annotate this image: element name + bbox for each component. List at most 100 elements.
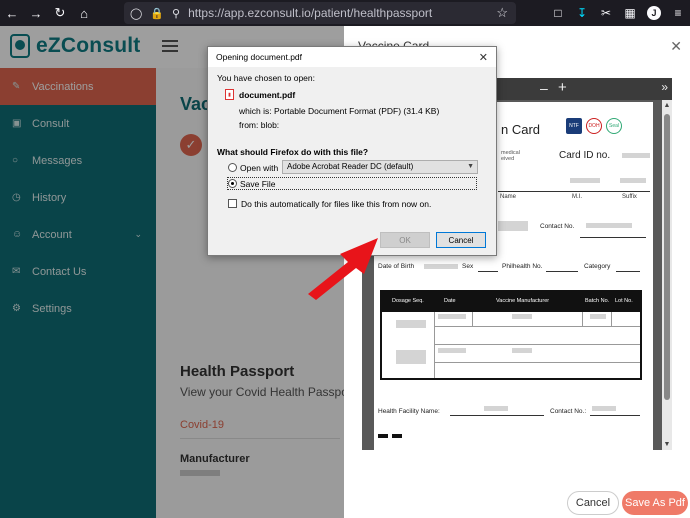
pdf-scrollbar[interactable]: ▲ ▼	[662, 100, 672, 450]
browser-toolbar: ← → ↻ ⌂ ◯ 🔒 ⚲ https://app.ezconsult.io/p…	[0, 0, 690, 26]
vaccine-table: Dosage Seq. Date Vaccine Manufacturer Ba…	[380, 290, 642, 380]
scroll-down-icon[interactable]: ▼	[662, 441, 672, 448]
contact-no-label: Contact No.	[540, 223, 575, 230]
facility-line	[450, 415, 544, 416]
redacted-cell	[590, 314, 606, 319]
dialog-titlebar: Opening document.pdf	[208, 47, 496, 67]
pdf-card-id-label: Card ID no.	[559, 150, 611, 161]
contact-line-2	[590, 415, 640, 416]
redacted-cell	[512, 314, 532, 319]
sex-label: Sex	[462, 263, 474, 270]
medical-line-2: eived	[501, 156, 515, 162]
url-text: https://app.ezconsult.io/patient/healthp…	[188, 6, 433, 20]
header-batch: Batch No.	[585, 298, 610, 304]
open-with-label[interactable]: Open with	[240, 163, 278, 173]
close-icon[interactable]: ✕	[670, 38, 682, 55]
bookmark-star-icon[interactable]: ☆	[496, 5, 508, 21]
open-with-radio[interactable]	[228, 163, 237, 172]
pdf-medical-note: medical eived	[501, 150, 520, 162]
zoom-in-icon[interactable]: +	[558, 79, 567, 96]
redacted-text	[424, 264, 458, 269]
pdf-logos: NTF DOH Seal	[566, 118, 622, 134]
seal-logo-icon: Seal	[606, 118, 622, 134]
open-file-dialog: Opening document.pdf ✕ You have chosen t…	[207, 46, 497, 256]
mi-label: M.I.	[572, 194, 582, 200]
philhealth-label: Philhealth No.	[502, 263, 543, 270]
permissions-key-icon[interactable]: ⚲	[172, 7, 180, 20]
facility-label: Health Facility Name:	[378, 408, 440, 415]
zoom-out-icon[interactable]: –	[540, 80, 548, 96]
table-divider	[582, 312, 583, 326]
save-as-pdf-button[interactable]: Save As Pdf	[622, 491, 688, 515]
suffix-label: Suffix	[622, 194, 637, 200]
redacted-text	[570, 178, 600, 183]
address-bar[interactable]: ◯ 🔒 ⚲ https://app.ezconsult.io/patient/h…	[124, 2, 516, 24]
cancel-button[interactable]: Cancel	[567, 491, 619, 515]
redacted-text	[586, 223, 632, 228]
question-text: What should Firefox do with this file?	[217, 147, 369, 157]
dialog-title: Opening document.pdf	[216, 52, 303, 62]
download-icon[interactable]: ↧	[570, 0, 594, 26]
table-divider	[472, 312, 473, 326]
account-icon[interactable]: J	[642, 0, 666, 26]
pocket-icon[interactable]: □	[546, 0, 570, 26]
save-file-label[interactable]: Save File	[240, 179, 275, 189]
redacted-cell	[396, 320, 426, 328]
file-type-text: which is: Portable Document Format (PDF)…	[239, 106, 440, 116]
redacted-cell	[512, 348, 532, 353]
pdf-card-title: n Card	[501, 122, 541, 137]
application-select[interactable]: Adobe Acrobat Reader DC (default) ▼	[282, 160, 478, 174]
name-line	[498, 191, 650, 192]
home-icon[interactable]: ⌂	[72, 0, 96, 26]
close-icon[interactable]: ✕	[479, 51, 488, 64]
screenshot-icon[interactable]: ✂	[594, 0, 618, 26]
back-icon[interactable]: ←	[0, 0, 24, 26]
reload-icon[interactable]: ↻	[48, 0, 72, 26]
table-divider	[434, 312, 435, 378]
header-manufacturer: Vaccine Manufacturer	[496, 298, 550, 304]
lock-icon[interactable]: 🔒	[150, 7, 164, 20]
dialog-cancel-button[interactable]: Cancel	[436, 232, 486, 248]
red-arrow-annotation	[308, 238, 378, 300]
redacted-text	[620, 178, 646, 183]
header-lot: Lot No.	[615, 298, 633, 304]
save-file-radio[interactable]	[228, 179, 237, 188]
file-source-text: from: blob:	[239, 120, 280, 130]
scroll-thumb[interactable]	[664, 114, 670, 400]
pdf-file-icon: ▮	[225, 89, 234, 100]
filename-text: document.pdf	[239, 90, 296, 100]
barcode-mark	[392, 434, 402, 438]
redacted-text	[484, 406, 508, 411]
account-avatar: J	[647, 6, 661, 20]
arrow-shape	[308, 238, 378, 300]
application-select-value: Adobe Acrobat Reader DC (default)	[287, 162, 414, 171]
redacted-text	[498, 221, 528, 231]
doh-logo-icon: DOH	[586, 118, 602, 134]
table-row-line	[434, 344, 640, 345]
chevron-down-icon: ▼	[467, 163, 474, 170]
card-id-redacted	[622, 153, 650, 158]
barcode-mark	[378, 434, 388, 438]
redacted-cell	[438, 314, 466, 319]
extensions-icon[interactable]: ▦	[618, 0, 642, 26]
category-label: Category	[584, 263, 611, 270]
table-divider	[611, 312, 612, 326]
category-line	[616, 271, 640, 272]
header-dosage: Dosage Seq.	[392, 298, 424, 304]
contact-no-label-2: Contact No.:	[550, 408, 587, 415]
scroll-up-icon[interactable]: ▲	[662, 102, 672, 109]
auto-label[interactable]: Do this automatically for files like thi…	[241, 199, 431, 209]
header-date: Date	[444, 298, 456, 304]
redacted-text	[592, 406, 616, 411]
table-row-line	[434, 326, 640, 327]
sex-line	[478, 271, 498, 272]
auto-checkbox[interactable]	[228, 199, 237, 208]
forward-icon[interactable]: →	[24, 0, 48, 26]
menu-icon[interactable]: ≡	[666, 0, 690, 26]
more-tools-icon[interactable]: »	[661, 80, 668, 94]
redacted-cell	[396, 350, 426, 364]
ntf-logo-icon: NTF	[566, 118, 582, 134]
contact-line	[580, 237, 646, 238]
shield-icon[interactable]: ◯	[130, 7, 142, 20]
redacted-cell	[438, 348, 466, 353]
